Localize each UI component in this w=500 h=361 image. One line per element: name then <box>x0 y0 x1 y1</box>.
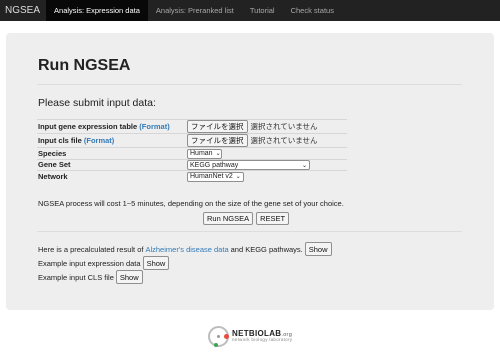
example-expression-label: Example input expression data <box>38 258 141 268</box>
precalc-show-button[interactable]: Show <box>304 242 332 256</box>
expression-format-link[interactable]: (Format) <box>139 122 169 131</box>
brand-link[interactable]: NGSEA <box>0 0 46 21</box>
network-select-value: HumanNet v2 <box>190 173 233 180</box>
example-cls-label: Example input CLS file <box>38 272 114 282</box>
tab-check-status[interactable]: Check status <box>283 0 342 21</box>
cls-file-cell: ファイルを選択 選択されていません <box>185 133 347 148</box>
tab-expression-data[interactable]: Analysis: Expression data <box>46 0 148 21</box>
example-expression-row: Example input expression data Show <box>38 256 170 270</box>
expression-label-cell: Input gene expression table (Format) <box>37 119 185 134</box>
example-cls-show-button[interactable]: Show <box>115 270 143 284</box>
geneset-cell: KEGG pathway ⌄ <box>185 158 347 171</box>
input-form-table: Input gene expression table (Format) ファイ… <box>37 119 347 182</box>
page-title: Run NGSEA <box>38 57 131 74</box>
chevron-down-icon: ⌄ <box>301 162 307 169</box>
network-row: Network HumanNet v2 ⌄ <box>37 170 347 182</box>
run-ngsea-button[interactable]: Run NGSEA <box>203 212 254 225</box>
reset-button[interactable]: RESET <box>256 212 290 225</box>
example-expression-show-button[interactable]: Show <box>142 256 170 270</box>
expression-file-cell: ファイルを選択 選択されていません <box>185 119 347 134</box>
geneset-select-value: KEGG pathway <box>190 161 239 169</box>
precalc-row: Here is a precalculated result of Alzhei… <box>38 242 332 256</box>
geneset-row: Gene Set KEGG pathway ⌄ <box>37 158 347 171</box>
cls-label-cell: Input cls file (Format) <box>37 133 185 148</box>
species-label: Species <box>37 147 185 159</box>
precalc-prefix: Here is a precalculated result of <box>38 244 144 254</box>
cls-file-status: 選択されていません <box>250 136 318 145</box>
tab-tutorial[interactable]: Tutorial <box>242 0 283 21</box>
expression-file-button[interactable]: ファイルを選択 <box>187 120 248 133</box>
expression-row: Input gene expression table (Format) ファイ… <box>37 119 347 134</box>
example-cls-row: Example input CLS file Show <box>38 270 143 284</box>
cls-file-button[interactable]: ファイルを選択 <box>187 134 248 147</box>
top-navbar: NGSEA Analysis: Expression data Analysis… <box>0 0 500 21</box>
network-select[interactable]: HumanNet v2 ⌄ <box>187 171 244 182</box>
title-divider <box>37 84 462 85</box>
species-select-value: Human <box>190 150 213 157</box>
alzheimers-data-link[interactable]: Alzheimer's disease data <box>145 245 228 254</box>
tab-preranked-list[interactable]: Analysis: Preranked list <box>148 0 242 21</box>
network-label: Network <box>37 170 185 182</box>
logo-main-text: NETBIOLAB <box>232 328 282 338</box>
species-select[interactable]: Human ⌄ <box>187 148 222 159</box>
logo-tagline: network biology laboratory <box>232 337 293 343</box>
chevron-down-icon: ⌄ <box>235 174 241 180</box>
expression-label: Input gene expression table <box>38 122 138 131</box>
species-cell: Human ⌄ <box>185 147 347 159</box>
form-subtitle: Please submit input data: <box>38 97 156 109</box>
chevron-down-icon: ⌄ <box>215 151 221 157</box>
species-row: Species Human ⌄ <box>37 147 347 159</box>
cls-label: Input cls file <box>38 136 82 145</box>
netbiolab-logo-icon <box>208 326 229 347</box>
geneset-select[interactable]: KEGG pathway ⌄ <box>187 160 310 170</box>
main-panel: Run NGSEA Please submit input data: Inpu… <box>6 33 494 310</box>
footer-logo[interactable]: NETBIOLAB.org network biology laboratory <box>208 326 292 347</box>
geneset-label: Gene Set <box>37 158 185 171</box>
section-divider <box>37 231 462 232</box>
cls-row: Input cls file (Format) ファイルを選択 選択されていませ… <box>37 133 347 148</box>
cls-format-link[interactable]: (Format) <box>84 136 114 145</box>
run-actions: Run NGSEA RESET <box>203 212 290 225</box>
process-time-note: NGSEA process will cost 1~5 minutes, dep… <box>38 199 344 208</box>
network-cell: HumanNet v2 ⌄ <box>185 170 347 182</box>
expression-file-status: 選択されていません <box>250 122 318 131</box>
precalc-suffix: and KEGG pathways. <box>230 244 303 254</box>
